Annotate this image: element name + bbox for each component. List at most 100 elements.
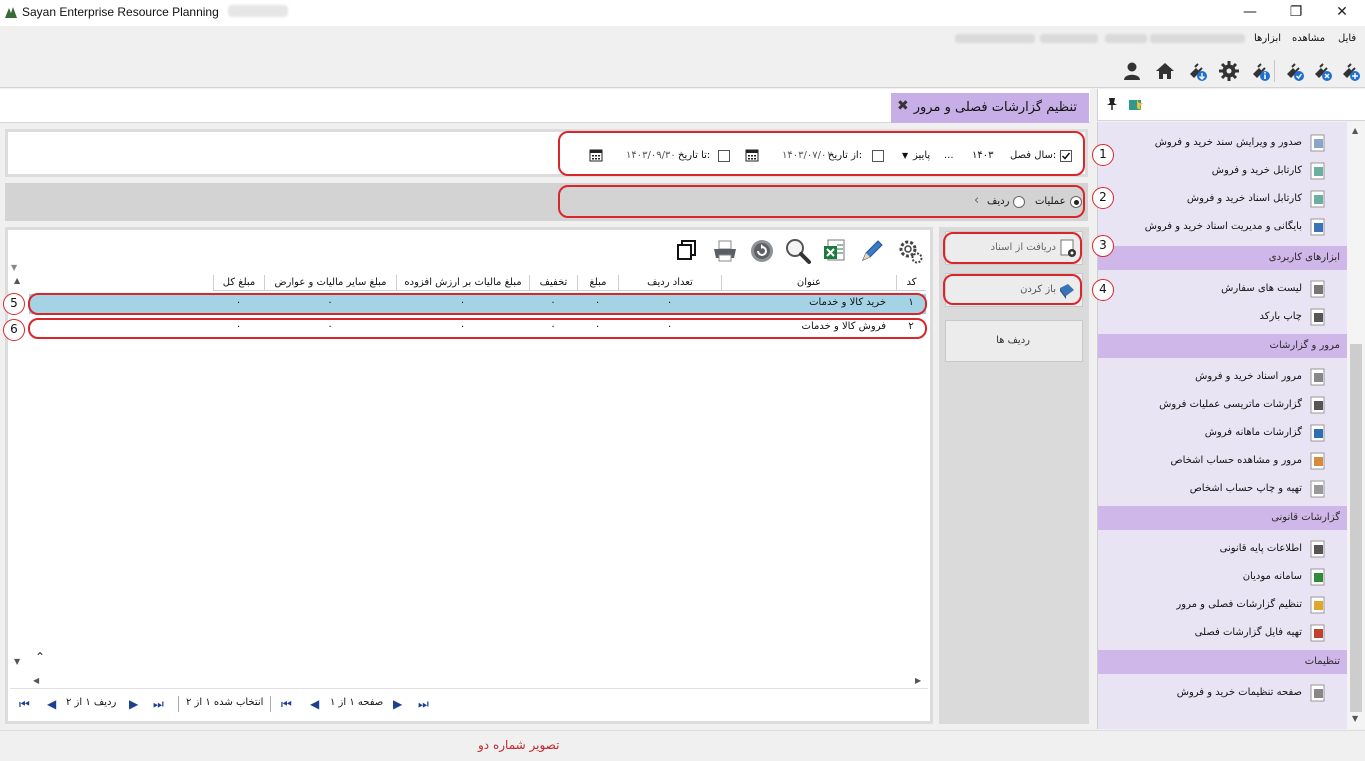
sidebar-item-icon bbox=[1308, 683, 1328, 703]
pin-icon[interactable] bbox=[1106, 97, 1118, 114]
column-header-row-count[interactable]: تعداد ردیف bbox=[618, 275, 721, 291]
tab-seasonal-reports[interactable]: ✖ تنظیم گزارشات فصلی و مرور bbox=[891, 93, 1089, 123]
sidebar-item[interactable]: سامانه مودیان bbox=[1098, 564, 1347, 590]
search-icon[interactable] bbox=[784, 237, 812, 265]
column-header-other-taxes[interactable]: مبلغ سایر مالیات و عوارض bbox=[264, 275, 396, 291]
sidebar-item-icon bbox=[1308, 595, 1328, 615]
prev-page-icon[interactable]: ◀ bbox=[310, 697, 319, 711]
user-icon[interactable] bbox=[1121, 60, 1143, 82]
first-row-icon[interactable]: ⏮ bbox=[19, 697, 30, 712]
sidebar-item[interactable]: تنظیم گزارشات فصلی و مرور bbox=[1098, 592, 1347, 618]
nav-scroll-down-icon[interactable]: ▼ bbox=[1352, 714, 1358, 723]
sidebar-item[interactable]: صفحه تنظیمات خرید و فروش bbox=[1098, 680, 1347, 706]
sidebar-item-label: سامانه مودیان bbox=[1242, 571, 1302, 582]
maximize-button[interactable]: ❐ bbox=[1273, 0, 1319, 24]
favorites-icon[interactable] bbox=[1128, 97, 1144, 116]
expand-caret-icon[interactable]: ⌃ bbox=[35, 650, 45, 664]
pager-separator bbox=[270, 696, 271, 712]
scroll-right-arrow-icon[interactable]: ▶ bbox=[915, 676, 921, 685]
sidebar-item-label: مرور و مشاهده حساب اشخاص bbox=[1170, 455, 1302, 466]
minimize-button[interactable]: — bbox=[1227, 0, 1273, 24]
sidebar-item-label: بایگانی و مدیریت اسناد خرید و فروش bbox=[1144, 221, 1302, 232]
tab-close-icon[interactable]: ✖ bbox=[897, 98, 909, 114]
menu-file[interactable]: فایل bbox=[1338, 33, 1356, 44]
annotation-number: 6 bbox=[3, 319, 25, 341]
annotation-box-1 bbox=[558, 131, 1085, 176]
menu-view[interactable]: مشاهده bbox=[1292, 33, 1325, 44]
sidebar-item[interactable]: صدور و ویرایش سند خرید و فروش bbox=[1098, 130, 1347, 156]
next-page-icon[interactable]: ▶ bbox=[393, 697, 402, 711]
status-bar: تصویر شماره دو bbox=[0, 730, 1365, 761]
column-header-title[interactable]: عنوان bbox=[721, 275, 896, 291]
home-icon[interactable] bbox=[1154, 60, 1176, 82]
last-row-icon[interactable]: ⏭ bbox=[153, 697, 164, 712]
column-header-vat[interactable]: مبلغ مالیات بر ارزش افزوده bbox=[396, 275, 529, 291]
annotation-box-4 bbox=[943, 274, 1082, 305]
settings-gear-icon[interactable] bbox=[1218, 60, 1240, 82]
sidebar-item[interactable]: بایگانی و مدیریت اسناد خرید و فروش bbox=[1098, 214, 1347, 240]
printer-icon[interactable] bbox=[712, 239, 738, 263]
sidebar-item[interactable]: لیست های سفارش bbox=[1098, 276, 1347, 302]
edit-pen-icon[interactable] bbox=[859, 238, 885, 264]
sidebar-item-icon bbox=[1308, 307, 1328, 327]
grid-settings-gear-icon[interactable] bbox=[896, 237, 924, 265]
sidebar-item[interactable]: گزارشات ماهانه فروش bbox=[1098, 420, 1347, 446]
plug-check-icon[interactable] bbox=[1283, 60, 1305, 82]
nav-header bbox=[1097, 89, 1365, 121]
excel-export-icon[interactable] bbox=[823, 238, 847, 264]
sidebar-item[interactable]: مرور و مشاهده حساب اشخاص bbox=[1098, 448, 1347, 474]
nav-scroll-up-icon[interactable]: ▲ bbox=[1352, 126, 1358, 135]
annotation-number: 4 bbox=[1092, 279, 1114, 301]
sidebar-item-label: تنظیم گزارشات فصلی و مرور bbox=[1176, 599, 1302, 610]
sidebar-item-label: صدور و ویرایش سند خرید و فروش bbox=[1154, 137, 1302, 148]
sidebar-item-icon bbox=[1308, 479, 1328, 499]
scroll-down-arrow-icon[interactable]: ▼ bbox=[14, 657, 20, 666]
sidebar-item-icon bbox=[1308, 451, 1328, 471]
annotation-box-6 bbox=[28, 318, 927, 339]
sidebar-item[interactable]: کارتابل اسناد خرید و فروش bbox=[1098, 186, 1347, 212]
sidebar-section-header[interactable]: مرور و گزارشات bbox=[1098, 334, 1347, 358]
column-header-amount[interactable]: مبلغ bbox=[577, 275, 618, 291]
collapse-arrow-icon[interactable]: ▼ bbox=[11, 263, 17, 272]
last-page-icon[interactable]: ⏭ bbox=[418, 697, 429, 712]
menu-tools[interactable]: ابزارها bbox=[1254, 33, 1281, 44]
prev-row-icon[interactable]: ◀ bbox=[47, 697, 56, 711]
next-row-icon[interactable]: ▶ bbox=[129, 697, 138, 711]
column-header-discount[interactable]: تخفیف bbox=[529, 275, 577, 291]
sidebar-section-header[interactable]: تنظیمات bbox=[1098, 650, 1347, 674]
sidebar-section-header[interactable]: گزارشات قانونی bbox=[1098, 506, 1347, 530]
redacted-text bbox=[1105, 34, 1147, 43]
plug-info-icon[interactable] bbox=[1249, 60, 1271, 82]
sidebar-item[interactable]: گزارشات ماتریسی عملیات فروش bbox=[1098, 392, 1347, 418]
nav-scrollbar[interactable]: ▲ ▼ bbox=[1347, 122, 1365, 729]
scroll-up-arrow-icon[interactable]: ▲ bbox=[14, 276, 20, 285]
column-header-total[interactable]: مبلغ کل bbox=[213, 275, 264, 291]
sidebar-section-header[interactable]: ابزارهای کاربردی bbox=[1098, 246, 1347, 270]
rows-button[interactable]: ردیف ها bbox=[945, 320, 1083, 362]
first-page-icon[interactable]: ⏮ bbox=[281, 697, 292, 712]
sidebar-item-label: لیست های سفارش bbox=[1221, 283, 1302, 294]
sidebar-item[interactable]: کارتابل خرید و فروش bbox=[1098, 158, 1347, 184]
toolbar bbox=[0, 52, 1365, 88]
sidebar-item-label: چاپ بارکد bbox=[1259, 311, 1303, 322]
sidebar-item-label: کارتابل اسناد خرید و فروش bbox=[1186, 193, 1302, 204]
sidebar-item-icon bbox=[1308, 217, 1328, 237]
close-window-button[interactable]: ✕ bbox=[1319, 0, 1365, 24]
column-header-code[interactable]: کد bbox=[896, 275, 926, 291]
plug-remove-icon[interactable] bbox=[1311, 60, 1333, 82]
toolbar-divider bbox=[1274, 60, 1275, 82]
sidebar-item-icon bbox=[1308, 423, 1328, 443]
sidebar-item[interactable]: اطلاعات پایه قانونی bbox=[1098, 536, 1347, 562]
sidebar-item[interactable]: مرور اسناد خرید و فروش bbox=[1098, 364, 1347, 390]
plug-download-icon[interactable] bbox=[1186, 60, 1208, 82]
refresh-icon[interactable] bbox=[750, 239, 774, 263]
annotation-number: 1 bbox=[1092, 144, 1114, 166]
copy-icon[interactable] bbox=[676, 239, 698, 261]
sidebar-item[interactable]: چاپ بارکد bbox=[1098, 304, 1347, 330]
sidebar-item-label: اطلاعات پایه قانونی bbox=[1219, 543, 1302, 554]
sidebar-item[interactable]: تهیه و چاپ حساب اشخاص bbox=[1098, 476, 1347, 502]
plug-add-icon[interactable] bbox=[1339, 60, 1361, 82]
nav-scroll-thumb[interactable] bbox=[1350, 344, 1362, 712]
sidebar-item[interactable]: تهیه فایل گزارشات فصلی bbox=[1098, 620, 1347, 646]
scroll-left-arrow-icon[interactable]: ◀ bbox=[33, 676, 39, 685]
